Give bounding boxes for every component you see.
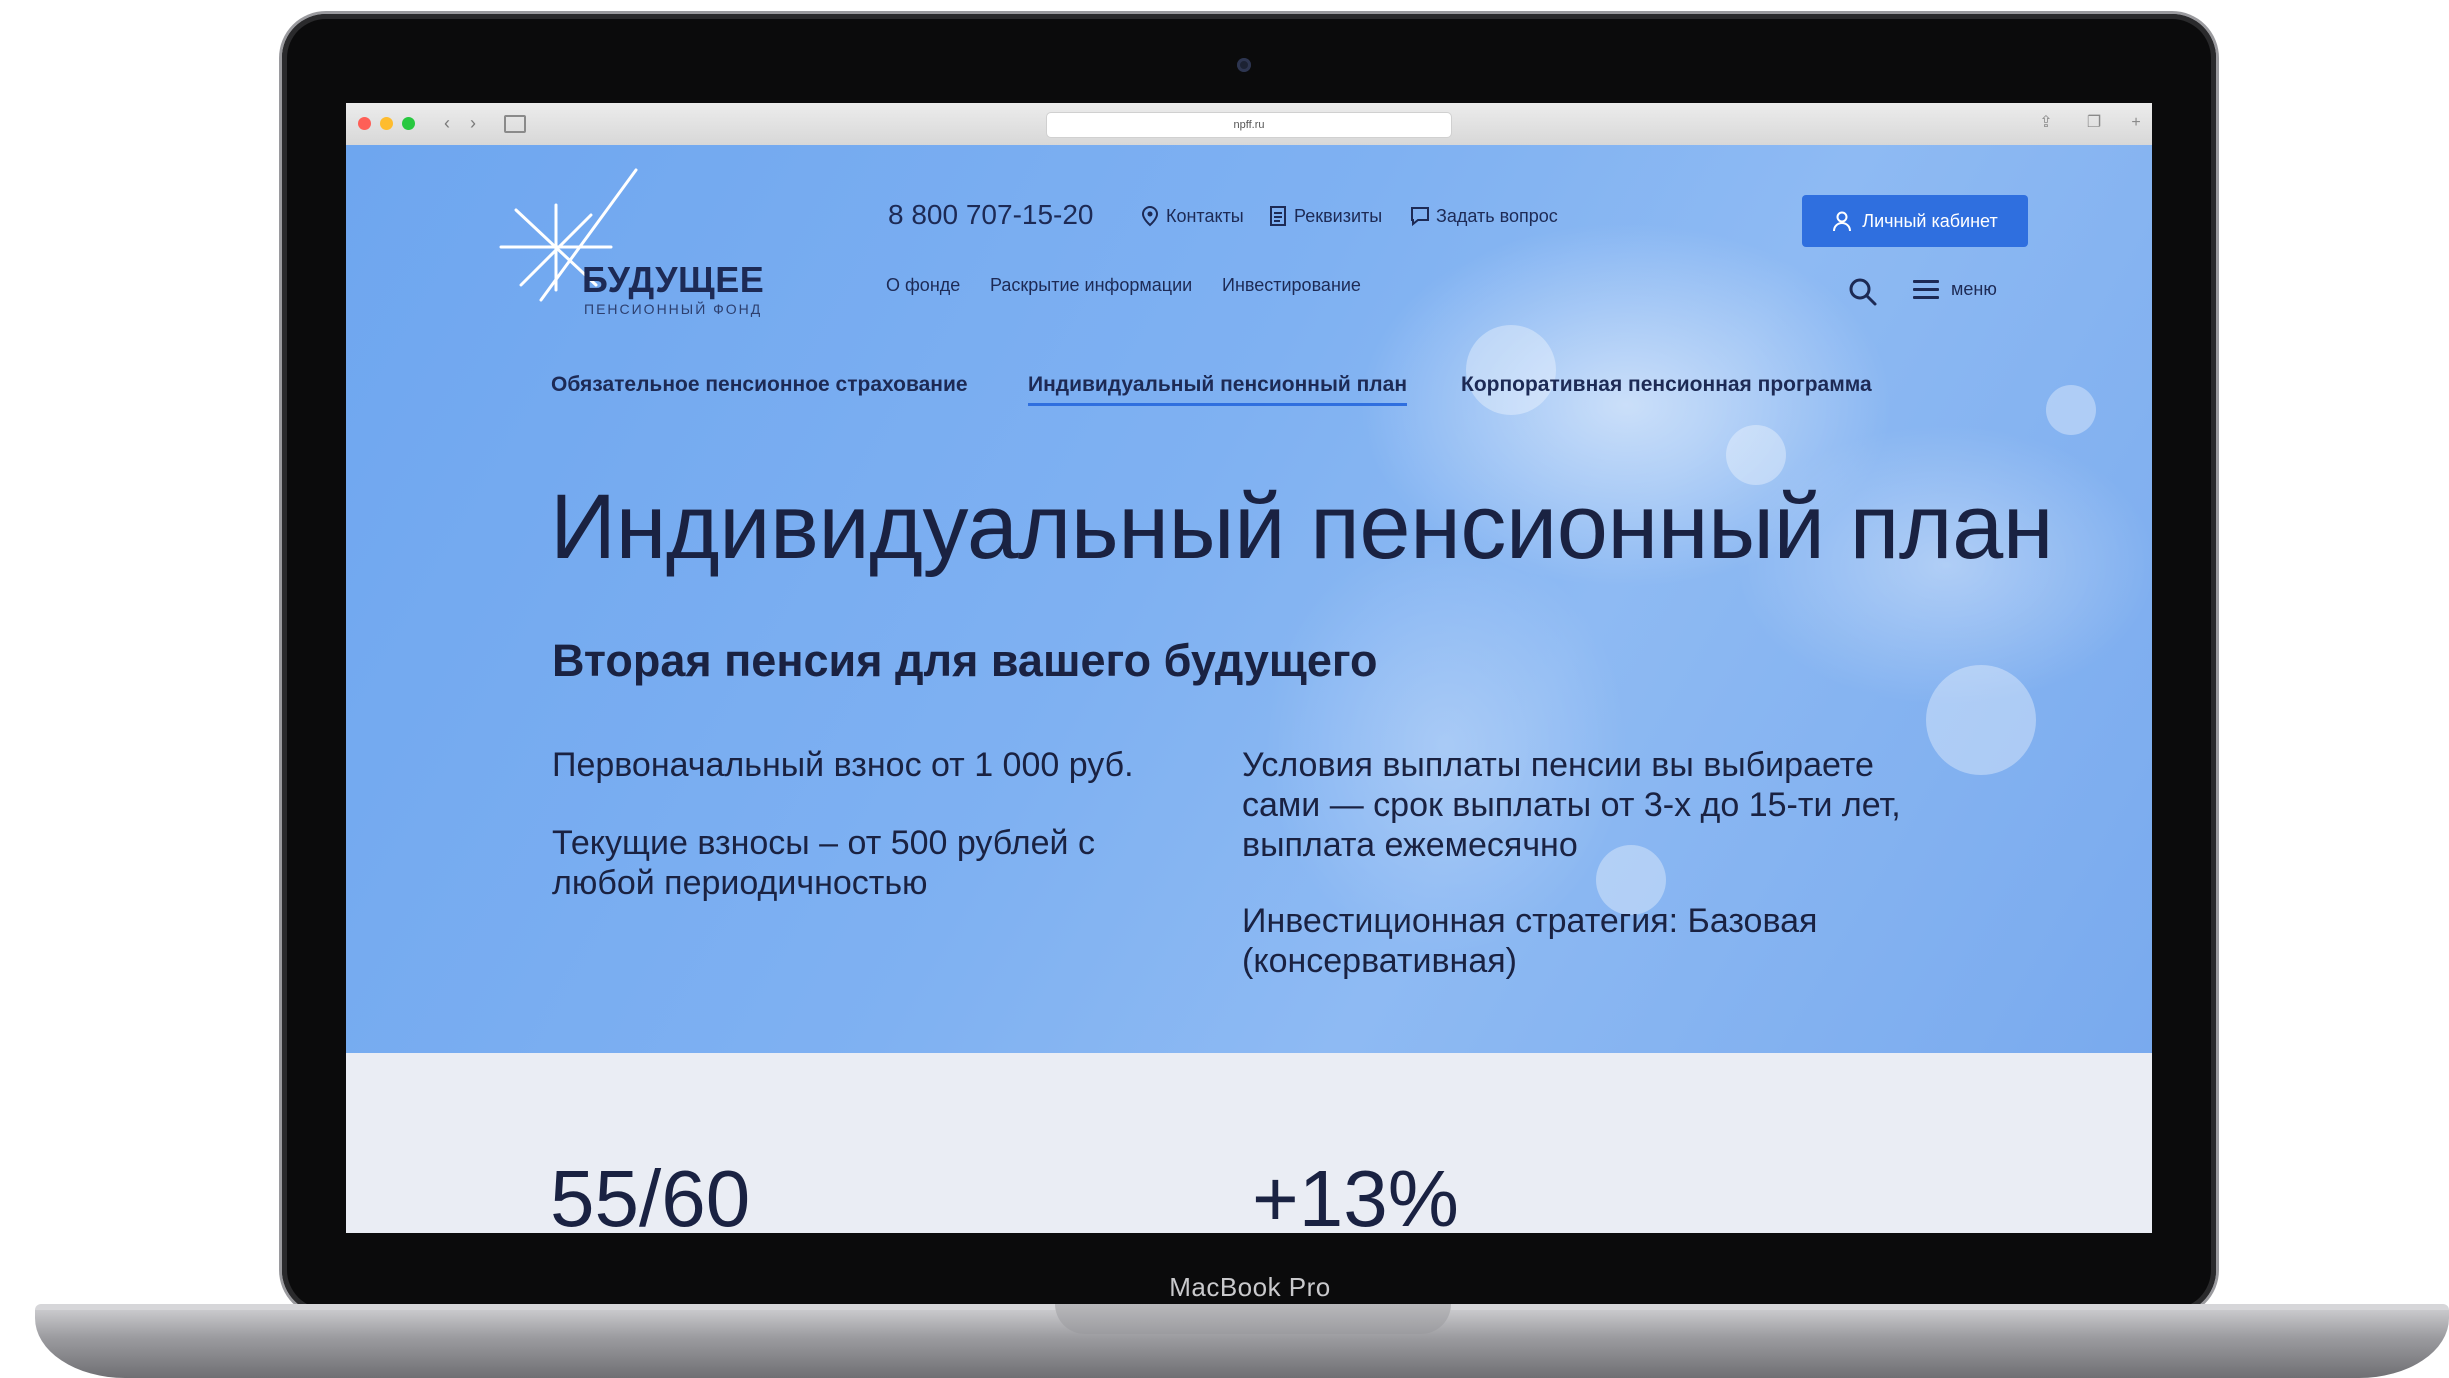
document-icon (1270, 206, 1286, 226)
initial-contribution-text: Первоначальный взнос от 1 000 руб. (552, 746, 1134, 784)
stat-retirement-age: 55/60 (550, 1154, 751, 1233)
maximize-window-button[interactable] (402, 117, 415, 130)
tab-mandatory-insurance[interactable]: Обязательное пенсионное страхование (551, 373, 968, 403)
bokeh-decoration (1926, 665, 2036, 775)
stats-section: 55/60 +13% (346, 1053, 2152, 1233)
camera-icon (1237, 58, 1251, 72)
stat-yield: +13% (1252, 1154, 1459, 1233)
tabs-icon[interactable]: ❐ (2084, 113, 2104, 133)
personal-cabinet-button[interactable]: Личный кабинет (1802, 195, 2028, 247)
payout-conditions-text: Условия выплаты пенсии вы выбираете сами… (1242, 746, 1901, 864)
contacts-link[interactable]: Контакты (1140, 205, 1244, 227)
personal-cabinet-label: Личный кабинет (1862, 210, 1998, 231)
hamburger-icon (1913, 279, 1939, 300)
nav-about[interactable]: О фонде (886, 275, 960, 296)
location-pin-icon (1141, 205, 1159, 227)
bokeh-decoration (2046, 385, 2096, 435)
ask-question-link[interactable]: Задать вопрос (1410, 205, 1558, 227)
minimize-window-button[interactable] (380, 117, 393, 130)
requisites-label: Реквизиты (1294, 205, 1383, 226)
hero-section: БУДУЩЕЕ ПЕНСИОННЫЙ ФОНД 8 800 707-15-20 … (346, 145, 2152, 1053)
forward-arrow-icon[interactable]: › (462, 112, 484, 134)
current-contributions-text: Текущие взносы – от 500 рублей с любой п… (552, 824, 1095, 902)
back-arrow-icon[interactable]: ‹ (436, 112, 458, 134)
screen: ‹ › npff.ru ⇪ ❐ + БУДУЩЕЕ ПЕНСИОННЫЙ ФОН… (346, 103, 2152, 1233)
sidebar-toggle-icon[interactable] (504, 115, 526, 133)
page-subtitle: Вторая пенсия для вашего будущего (552, 635, 1378, 686)
investment-strategy-text: Инвестиционная стратегия: Базовая (консе… (1242, 902, 1818, 980)
logo-name[interactable]: БУДУЩЕЕ (582, 259, 764, 301)
chat-bubble-icon (1411, 207, 1429, 227)
nav-disclosure[interactable]: Раскрытие информации (990, 275, 1192, 296)
browser-toolbar: ‹ › npff.ru ⇪ ❐ + (346, 103, 2152, 146)
phone-number[interactable]: 8 800 707-15-20 (888, 199, 1094, 231)
tab-individual-plan[interactable]: Индивидуальный пенсионный план (1028, 373, 1408, 406)
ask-question-label: Задать вопрос (1436, 205, 1558, 226)
address-bar[interactable]: npff.ru (1046, 112, 1452, 138)
device-label: MacBook Pro (1169, 1272, 1331, 1302)
share-icon[interactable]: ⇪ (2036, 113, 2056, 133)
logo-subtitle: ПЕНСИОННЫЙ ФОНД (584, 301, 763, 317)
search-icon[interactable] (1848, 277, 1878, 307)
user-icon (1833, 211, 1852, 232)
menu-label: меню (1951, 279, 1997, 299)
requisites-link[interactable]: Реквизиты (1268, 205, 1382, 227)
tab-corporate-program[interactable]: Корпоративная пенсионная программа (1461, 373, 1872, 403)
contacts-label: Контакты (1166, 205, 1244, 226)
new-tab-icon[interactable]: + (2126, 113, 2146, 133)
close-window-button[interactable] (358, 117, 371, 130)
laptop-notch (1055, 1304, 1451, 1334)
nav-investing[interactable]: Инвестирование (1222, 275, 1361, 296)
menu-button[interactable]: меню (1913, 279, 1997, 300)
page-title: Индивидуальный пенсионный план (550, 476, 2054, 578)
